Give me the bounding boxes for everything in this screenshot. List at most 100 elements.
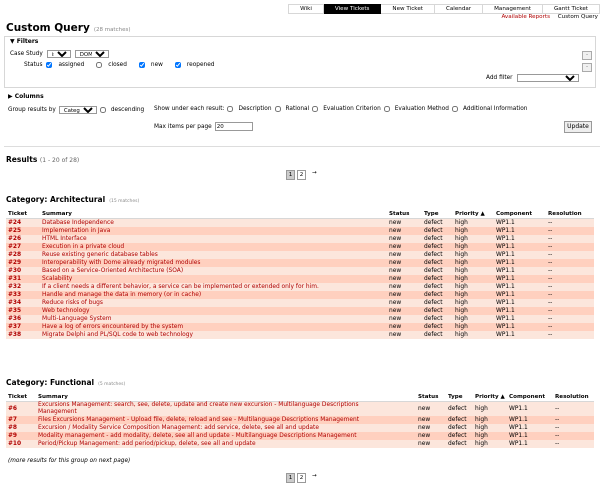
ticket-summary-link[interactable]: Files Excursions Management - Upload fil… (36, 416, 416, 424)
ticket-summary-link[interactable]: Reuse existing generic database tables (40, 251, 387, 259)
table-row[interactable]: #30 Based on a Service-Oriented Architect… (6, 267, 594, 275)
column-header[interactable]: Type (422, 210, 453, 219)
table-row[interactable]: #35 Web technology new defect high WP1.1 -- (6, 307, 594, 315)
page-1-link[interactable]: 1 (286, 473, 295, 483)
ticket-id-link[interactable]: #28 (6, 251, 40, 259)
show-rational-checkbox[interactable] (274, 106, 281, 112)
column-header[interactable]: Resolution (553, 393, 594, 402)
column-header[interactable]: Resolution (546, 210, 594, 219)
column-header[interactable]: Ticket (6, 210, 40, 219)
table-row[interactable]: #8 Excursion / Modality Service Compositi… (6, 424, 594, 432)
remove-filter-button[interactable]: - (582, 51, 592, 60)
table-row[interactable]: #34 Reduce risks of bugs new defect high WP1.… (6, 299, 594, 307)
nav-tab-wiki[interactable]: Wiki (288, 4, 324, 14)
column-header[interactable]: Component (494, 210, 546, 219)
ticket-summary-link[interactable]: Database Independence (40, 218, 387, 227)
table-row[interactable]: #7 Files Excursions Management - Upload f… (6, 416, 594, 424)
ticket-summary-link[interactable]: Implementation in Java (40, 227, 387, 235)
case-study-value-select[interactable]: DOME (74, 50, 109, 58)
nav-tab-calendar[interactable]: Calendar (434, 4, 484, 14)
descending-checkbox[interactable] (99, 107, 106, 113)
table-row[interactable]: #38 Migrate Delphi and PL/SQL code to web… (6, 331, 594, 339)
show-evaluation-criterion-checkbox[interactable] (312, 106, 319, 112)
show-description-checkbox[interactable] (227, 106, 234, 112)
ticket-id-link[interactable]: #24 (6, 218, 40, 227)
page-1-link[interactable]: 1 (286, 170, 295, 180)
status-new-checkbox[interactable] (138, 62, 145, 68)
table-row[interactable]: #32 If a client needs a different behavio… (6, 283, 594, 291)
nav-tab-gantt-ticket[interactable]: Gantt Ticket (542, 4, 600, 14)
ticket-summary-link[interactable]: HTML Interface (40, 235, 387, 243)
table-row[interactable]: #36 Multi-Language System new defect high WP1… (6, 315, 594, 323)
columns-toggle[interactable]: ▶ Columns (8, 93, 44, 100)
ticket-summary-link[interactable]: Web technology (40, 307, 387, 315)
ticket-summary-link[interactable]: Excursions Management: search, see, dele… (36, 401, 416, 416)
table-row[interactable]: #37 Have a log of errors encountered by t… (6, 323, 594, 331)
status-closed-checkbox[interactable] (96, 62, 103, 68)
table-row[interactable]: #25 Implementation in Java new defect high WP… (6, 227, 594, 235)
max-items-input[interactable] (214, 122, 253, 131)
ticket-id-link[interactable]: #7 (6, 416, 36, 424)
ticket-id-link[interactable]: #27 (6, 243, 40, 251)
status-reopened-checkbox[interactable] (174, 62, 181, 68)
page-2-link[interactable]: 2 (297, 473, 306, 483)
ticket-id-link[interactable]: #36 (6, 315, 40, 323)
column-header[interactable]: Priority ▲ (473, 393, 507, 402)
table-row[interactable]: #24 Database Independence new defect high WP1… (6, 218, 594, 227)
table-row[interactable]: #27 Execution in a private cloud new defect… (6, 243, 594, 251)
ticket-summary-link[interactable]: Reduce risks of bugs (40, 299, 387, 307)
ticket-id-link[interactable]: #29 (6, 259, 40, 267)
table-row[interactable]: #9 Modality management - add modality, de… (6, 432, 594, 440)
ticket-id-link[interactable]: #25 (6, 227, 40, 235)
ticket-id-link[interactable]: #38 (6, 331, 40, 339)
column-header[interactable]: Type (446, 393, 473, 402)
case-study-operator-select[interactable]: is (46, 50, 71, 58)
ticket-summary-link[interactable]: Handle and manage the data in memory (or… (40, 291, 387, 299)
ticket-id-link[interactable]: #33 (6, 291, 40, 299)
column-header[interactable]: Summary (36, 393, 416, 402)
ticket-id-link[interactable]: #35 (6, 307, 40, 315)
ticket-id-link[interactable]: #31 (6, 275, 40, 283)
table-row[interactable]: #6 Excursions Management: search, see, de… (6, 401, 594, 416)
nav-tab-new-ticket[interactable]: New Ticket (381, 4, 435, 14)
next-page-icon[interactable]: → (312, 170, 317, 180)
ticket-summary-link[interactable]: Modality management - add modality, dele… (36, 432, 416, 440)
column-header[interactable]: Component (507, 393, 553, 402)
update-button[interactable]: Update (564, 121, 592, 133)
ticket-summary-link[interactable]: Interoperability with Dome already migra… (40, 259, 387, 267)
ticket-summary-link[interactable]: Period/Pickup Management: add period/pic… (36, 440, 416, 448)
add-filter-select[interactable] (516, 74, 579, 82)
nav-tab-management[interactable]: Management (483, 4, 543, 14)
ticket-summary-link[interactable]: Execution in a private cloud (40, 243, 387, 251)
show-evaluation-method-checkbox[interactable] (383, 106, 390, 112)
table-row[interactable]: #28 Reuse existing generic database table… (6, 251, 594, 259)
next-page-icon[interactable]: → (312, 473, 317, 483)
column-header[interactable]: Status (387, 210, 422, 219)
ticket-summary-link[interactable]: Multi-Language System (40, 315, 387, 323)
table-row[interactable]: #33 Handle and manage the data in memory … (6, 291, 594, 299)
ticket-id-link[interactable]: #10 (6, 440, 36, 448)
ticket-summary-link[interactable]: Excursion / Modality Service Composition… (36, 424, 416, 432)
column-header[interactable]: Priority ▲ (453, 210, 494, 219)
table-row[interactable]: #10 Period/Pickup Management: add period/… (6, 440, 594, 448)
ticket-id-link[interactable]: #6 (6, 401, 36, 416)
table-row[interactable]: #31 Scalability new defect high WP1.1 -- (6, 275, 594, 283)
ticket-id-link[interactable]: #32 (6, 283, 40, 291)
ticket-summary-link[interactable]: If a client needs a different behavior, … (40, 283, 387, 291)
ticket-id-link[interactable]: #37 (6, 323, 40, 331)
show-additional-information-checkbox[interactable] (451, 106, 458, 112)
ticket-summary-link[interactable]: Migrate Delphi and PL/SQL code to web te… (40, 331, 387, 339)
remove-status-filter-button[interactable]: - (582, 63, 592, 72)
filters-toggle[interactable]: ▼ Filters (8, 38, 41, 45)
ticket-summary-link[interactable]: Based on a Service-Oriented Architecture… (40, 267, 387, 275)
group-by-select[interactable]: Category (58, 106, 97, 114)
column-header[interactable]: Status (416, 393, 446, 402)
column-header[interactable]: Summary (40, 210, 387, 219)
table-row[interactable]: #29 Interoperability with Dome already mi… (6, 259, 594, 267)
ticket-id-link[interactable]: #34 (6, 299, 40, 307)
ticket-id-link[interactable]: #9 (6, 432, 36, 440)
ticket-summary-link[interactable]: Have a log of errors encountered by the … (40, 323, 387, 331)
page-2-link[interactable]: 2 (297, 170, 306, 180)
custom-query-link[interactable]: Custom Query (558, 14, 598, 20)
status-assigned-checkbox[interactable] (46, 62, 53, 68)
